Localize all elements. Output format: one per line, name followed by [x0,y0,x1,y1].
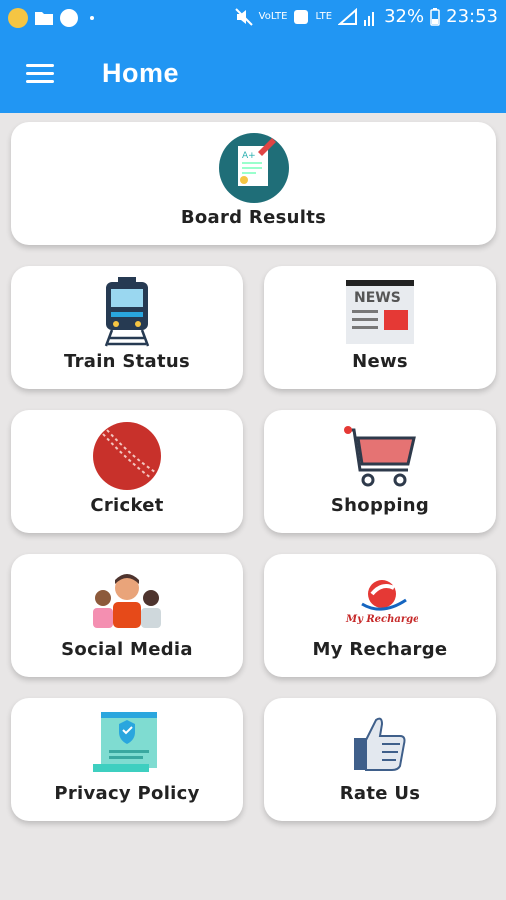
page-title: Home [102,58,180,88]
messenger-notification-icon [60,9,78,27]
my-recharge-card[interactable]: My Recharge My Recharge [264,554,496,677]
my-recharge-label: My Recharge [312,639,448,660]
signal-bars-icon [364,11,375,26]
more-notifications-dot-icon [90,16,94,20]
volte-label: VoLTE [258,10,288,22]
signal-icon [338,7,358,25]
newspaper-icon: NEWS [346,280,414,344]
exam-result-icon: A+ [218,133,289,203]
clock: 23:53 [446,6,498,27]
news-label: News [352,351,408,372]
my-recharge-logo-text: My Recharge [345,614,418,625]
folder-notification-icon [35,12,53,25]
shopping-cart-icon [344,426,416,487]
cricket-label: Cricket [90,495,164,516]
shopping-label: Shopping [330,495,430,516]
lte-label: LTE [315,10,333,22]
rate-us-card[interactable]: Rate Us [264,698,496,821]
wifi-calling-icon [294,9,309,24]
news-card[interactable]: NEWS News [264,266,496,389]
news-icon-text: NEWS [354,290,401,306]
train-status-card[interactable]: Train Status [11,266,243,389]
cricket-ball-icon [93,422,161,490]
status-bar: VoLTE LTE 32% 23:53 [0,0,506,38]
app-bar: Home [0,38,506,113]
privacy-policy-label: Privacy Policy [54,783,200,804]
social-media-card[interactable]: Social Media [11,554,243,677]
svg-text:A+: A+ [242,151,256,161]
privacy-document-icon [93,712,157,772]
cricket-card[interactable]: Cricket [11,410,243,533]
people-group-icon [93,574,161,628]
mute-icon [234,7,253,26]
shopping-card[interactable]: Shopping [264,410,496,533]
battery-icon [430,7,440,26]
thumbs-up-icon [354,717,406,771]
battery-percent: 32% [384,6,425,27]
emoji-notification-icon [8,8,28,28]
privacy-policy-card[interactable]: Privacy Policy [11,698,243,821]
train-status-label: Train Status [63,351,191,372]
social-media-label: Social Media [61,639,193,660]
train-icon [104,277,150,347]
my-recharge-logo-icon: My Recharge [345,580,418,625]
rate-us-label: Rate Us [339,783,421,804]
hamburger-menu-icon[interactable] [26,64,54,84]
board-results-label: Board Results [180,207,327,228]
board-results-card[interactable]: A+ Board Results [11,122,496,245]
